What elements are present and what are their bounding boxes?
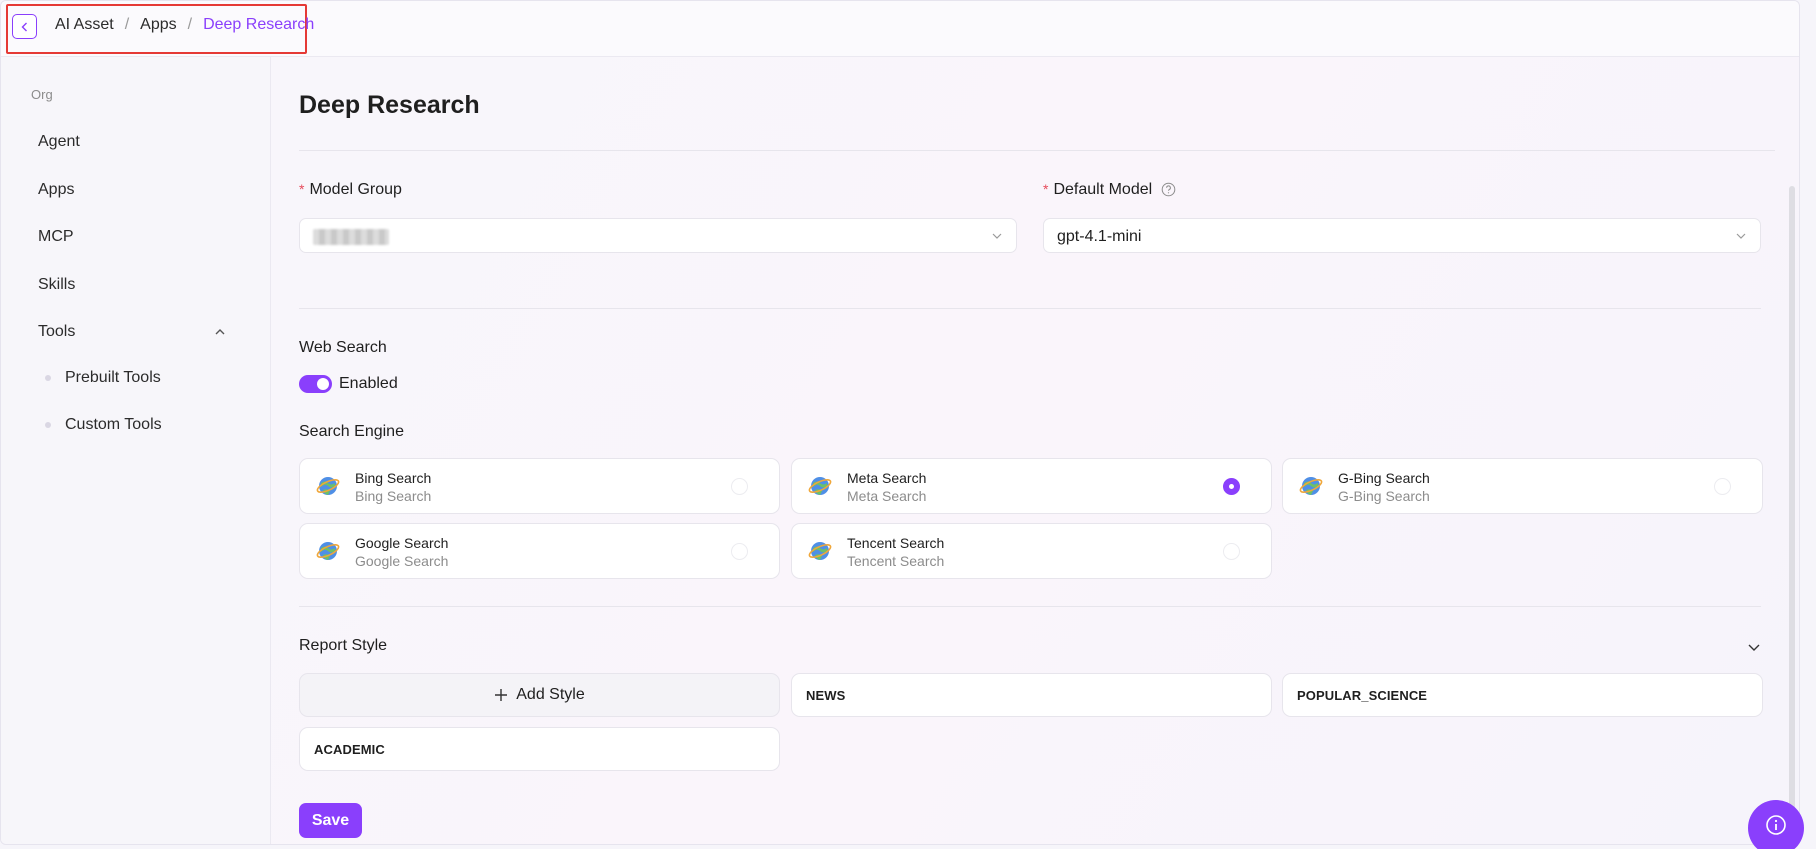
globe-icon — [316, 477, 340, 495]
plus-icon — [495, 689, 508, 701]
chevron-down-icon[interactable] — [1747, 640, 1761, 654]
engine-desc: Meta Search — [847, 488, 927, 504]
chevron-down-icon — [992, 233, 1002, 239]
sidebar-item-skills[interactable]: Skills — [38, 276, 75, 294]
chevron-up-icon[interactable] — [213, 325, 227, 339]
scrollbar[interactable] — [1789, 186, 1795, 841]
breadcrumb-separator: / — [124, 16, 130, 33]
top-header: AI Asset / Apps / Deep Research — [1, 1, 1799, 57]
default-model-label-text: Default Model — [1053, 181, 1153, 198]
engine-radio-selected[interactable] — [1223, 478, 1240, 495]
toggle-knob — [317, 378, 329, 390]
engine-name: Google Search — [355, 535, 449, 551]
engine-card-google[interactable]: Google Search Google Search — [299, 523, 780, 579]
sidebar-item-apps[interactable]: Apps — [38, 181, 74, 199]
web-search-toggle[interactable] — [299, 375, 332, 393]
redacted-value — [313, 229, 389, 245]
divider — [299, 150, 1775, 151]
web-search-label: Web Search — [299, 339, 387, 356]
org-label: Org — [31, 87, 53, 102]
style-card-news[interactable]: NEWS — [791, 673, 1272, 717]
chevron-left-icon — [21, 22, 27, 31]
style-card-popular-science[interactable]: POPULAR_SCIENCE — [1282, 673, 1763, 717]
default-model-select[interactable]: gpt-4.1-mini — [1043, 218, 1761, 253]
save-button[interactable]: Save — [299, 803, 362, 838]
engine-radio[interactable] — [731, 478, 748, 495]
sidebar-item-custom-tools[interactable]: Custom Tools — [65, 416, 162, 434]
sidebar: Org Agent Apps MCP Skills Tools Prebuilt… — [1, 57, 271, 844]
page-title: Deep Research — [299, 91, 480, 119]
default-model-value: gpt-4.1-mini — [1057, 228, 1142, 245]
bullet-dot — [45, 422, 51, 428]
report-style-label: Report Style — [299, 637, 388, 654]
engine-desc: Google Search — [355, 553, 449, 569]
engine-card-bing[interactable]: Bing Search Bing Search — [299, 458, 780, 514]
engine-desc: G-Bing Search — [1338, 488, 1430, 504]
breadcrumb: AI Asset / Apps / Deep Research — [55, 16, 314, 34]
engine-radio[interactable] — [731, 543, 748, 560]
breadcrumb-ai-asset[interactable]: AI Asset — [55, 16, 114, 34]
engine-name: Bing Search — [355, 470, 432, 486]
main-content: Deep Research * Model Group * Default Mode… — [271, 57, 1799, 844]
sidebar-item-mcp[interactable]: MCP — [38, 228, 74, 246]
add-style-button[interactable]: Add Style — [299, 673, 780, 717]
style-card-academic[interactable]: ACADEMIC — [299, 727, 780, 771]
sidebar-item-tools[interactable]: Tools — [38, 323, 75, 341]
back-button[interactable] — [12, 14, 37, 39]
engine-desc: Tencent Search — [847, 553, 945, 569]
globe-icon — [808, 542, 832, 560]
engine-card-tencent[interactable]: Tencent Search Tencent Search — [791, 523, 1272, 579]
web-search-toggle-label: Enabled — [339, 375, 398, 392]
divider — [299, 606, 1761, 607]
sidebar-item-prebuilt-tools[interactable]: Prebuilt Tools — [65, 369, 161, 387]
globe-icon — [808, 477, 832, 495]
breadcrumb-current: Deep Research — [203, 16, 315, 33]
bullet-dot — [45, 375, 51, 381]
engine-name: G-Bing Search — [1338, 470, 1430, 486]
sidebar-item-agent[interactable]: Agent — [38, 133, 80, 151]
engine-name: Tencent Search — [847, 535, 945, 551]
engine-card-g-bing[interactable]: G-Bing Search G-Bing Search — [1282, 458, 1763, 514]
info-icon — [1766, 815, 1786, 835]
engine-desc: Bing Search — [355, 488, 432, 504]
globe-icon — [1299, 477, 1323, 495]
info-button[interactable] — [1748, 800, 1804, 849]
breadcrumb-separator: / — [187, 16, 193, 33]
app-window: AI Asset / Apps / Deep Research Org Agen… — [0, 0, 1800, 845]
required-mark: * — [1043, 181, 1049, 197]
engine-card-meta[interactable]: Meta Search Meta Search — [791, 458, 1272, 514]
engine-name: Meta Search — [847, 470, 927, 486]
breadcrumb-apps[interactable]: Apps — [140, 16, 176, 34]
default-model-label: * Default Model — [1043, 181, 1176, 199]
model-group-label-text: Model Group — [309, 181, 402, 198]
model-group-select[interactable] — [299, 218, 1017, 253]
chevron-down-icon — [1736, 233, 1746, 239]
engine-radio[interactable] — [1223, 543, 1240, 560]
divider — [299, 308, 1761, 309]
globe-icon — [316, 542, 340, 560]
model-group-label: * Model Group — [299, 181, 402, 199]
required-mark: * — [299, 181, 305, 197]
search-engine-label: Search Engine — [299, 423, 404, 440]
add-style-label: Add Style — [516, 686, 585, 703]
engine-radio[interactable] — [1714, 478, 1731, 495]
help-circle-icon[interactable] — [1161, 182, 1176, 197]
